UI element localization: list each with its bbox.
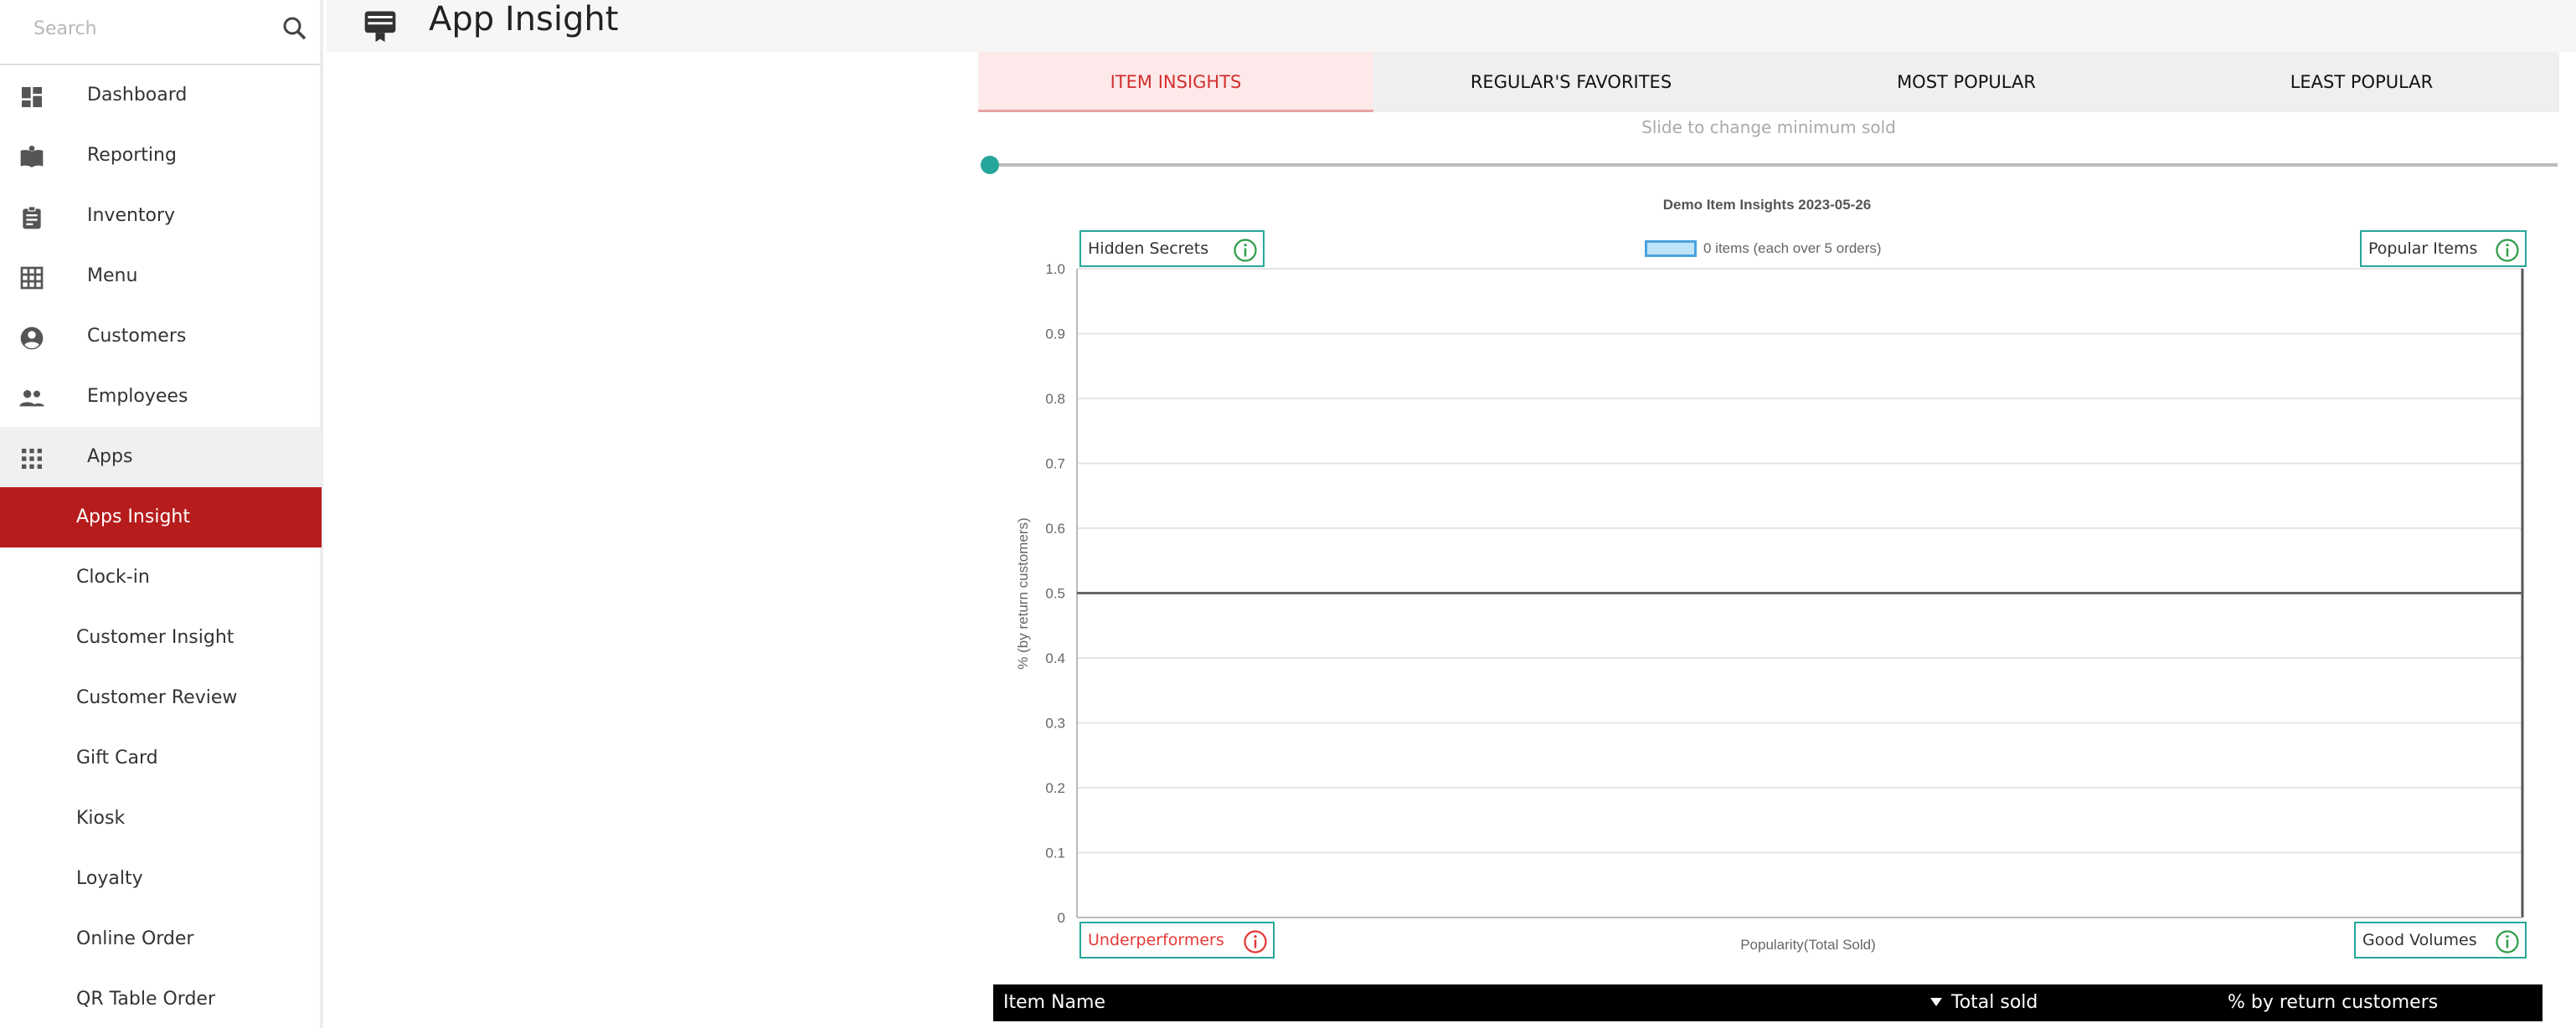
tab-most-popular[interactable]: MOST POPULAR [1769,52,2164,112]
search-bar [0,0,322,65]
slider-caption: Slide to change minimum sold [1641,117,1896,137]
sidebar-subitem-customer-insight[interactable]: Customer Insight [0,608,322,668]
sidebar-item-employees[interactable]: Employees [0,367,322,427]
sidebar-subitem-clock-in[interactable]: Clock-in [0,547,322,608]
y-tick-label: 0.4 [1045,650,1065,666]
quadrant-label: Good Volumes [2362,931,2477,949]
y-tick-label: 0.9 [1045,326,1065,342]
people-icon [19,390,44,407]
sidebar-item-label: Inventory [87,205,176,226]
y-tick-label: 0 [1058,910,1065,926]
sidebar-subitem-online-order[interactable]: Online Order [0,909,322,969]
quadrant-hidden-secrets: Hidden Secrets [1079,230,1265,267]
column-header-item-name[interactable]: Item Name [1003,984,1105,1021]
sort-descending-icon[interactable] [1929,997,1943,1007]
chart-title: Demo Item Insights 2023-05-26 [1662,197,1872,213]
sidebar-subitem-loyalty[interactable]: Loyalty [0,849,322,909]
sidebar-item-label: Reporting [87,145,177,166]
sidebar-item-label: Dashboard [87,85,188,105]
tab-regulars-favorites[interactable]: REGULAR'S FAVORITES [1373,52,1769,112]
info-icon[interactable] [1243,929,1268,954]
sidebar-subitem-label: QR Table Order [76,989,215,1010]
apps-icon [22,449,42,469]
column-header-return-customers[interactable]: % by return customers [2228,984,2438,1021]
quadrant-underperformers: Underperformers [1079,922,1275,959]
sidebar-item-label: Apps [87,446,133,467]
sidebar-subitem-label: Gift Card [76,748,158,768]
column-header-total-sold[interactable]: Total sold [1951,984,2038,1021]
sidebar-subitem-label: Kiosk [76,808,126,829]
sidebar-subitem-label: Customer Review [76,687,238,708]
y-tick-label: 0.2 [1045,780,1065,796]
sidebar-subitem-gift-card[interactable]: Gift Card [0,728,322,789]
sidebar-subitem-label: Clock-in [76,567,150,588]
y-tick-label: 1.0 [1045,261,1065,277]
dashboard-icon [22,87,42,107]
book-icon [20,146,44,167]
search-input[interactable] [33,12,268,45]
sidebar-subitem-kiosk[interactable]: Kiosk [0,789,322,849]
y-tick-label: 0.5 [1045,586,1065,602]
sidebar-subitem-label: Apps Insight [76,506,190,527]
page-title: App Insight [429,0,619,39]
y-tick-label: 0.1 [1045,846,1065,861]
sidebar-subitem-label: Loyalty [76,868,143,889]
insight-tabs: ITEM INSIGHTS REGULAR'S FAVORITES MOST P… [978,52,2559,112]
minimum-sold-slider-thumb[interactable] [981,156,999,174]
items-table-header: Item Name Total sold % by return custome… [993,984,2543,1021]
y-tick-label: 0.8 [1045,391,1065,407]
grid-icon [20,266,44,290]
sidebar-subitem-label: Customer Insight [76,627,234,648]
info-icon[interactable] [2495,929,2520,954]
sidebar-item-menu[interactable]: Menu [0,246,322,306]
info-icon[interactable] [2495,238,2520,263]
sidebar-subitem-qr-table-order[interactable]: QR Table Order [0,969,322,1028]
y-axis-title: % (by return customers) [1015,517,1031,669]
quadrant-popular-items: Popular Items [2360,230,2527,267]
sidebar-item-customers[interactable]: Customers [0,306,322,367]
sidebar-item-label: Customers [87,326,187,347]
quadrant-label: Underperformers [1088,931,1224,949]
app-card-icon [364,11,396,43]
info-icon[interactable] [1233,238,1258,263]
account-circle-icon [20,326,44,350]
tab-least-popular[interactable]: LEAST POPULAR [2164,52,2559,112]
tab-item-insights[interactable]: ITEM INSIGHTS [978,52,1373,112]
sidebar-item-reporting[interactable]: Reporting [0,126,322,186]
sidebar-item-label: Employees [87,386,188,407]
sidebar: Dashboard Reporting Inventory Menu Custo… [0,0,323,1028]
y-tick-label: 0.7 [1045,456,1065,472]
item-insights-chart: 0 0.1 0.2 0.3 0.4 0.5 0.6 0.7 0.8 0.9 1.0 % (by ret… [1015,261,2524,953]
y-tick-label: 0.6 [1045,521,1065,537]
sidebar-item-apps[interactable]: Apps [0,427,322,487]
sidebar-subitem-apps-insight[interactable]: Apps Insight [0,487,322,547]
sidebar-item-inventory[interactable]: Inventory [0,186,322,246]
quadrant-good-volumes: Good Volumes [2354,922,2527,959]
clipboard-icon [23,206,41,229]
sidebar-subitem-label: Online Order [76,928,194,949]
search-icon[interactable] [280,13,310,44]
page-header [327,0,2576,52]
sidebar-subitem-customer-review[interactable]: Customer Review [0,668,322,728]
quadrant-label: Hidden Secrets [1088,239,1209,258]
sidebar-item-label: Menu [87,265,138,286]
minimum-sold-slider-track[interactable] [988,163,2558,167]
sidebar-item-dashboard[interactable]: Dashboard [0,65,322,126]
y-tick-label: 0.3 [1045,716,1065,732]
quadrant-label: Popular Items [2368,239,2478,258]
x-axis-title: Popularity(Total Sold) [1740,937,1876,953]
